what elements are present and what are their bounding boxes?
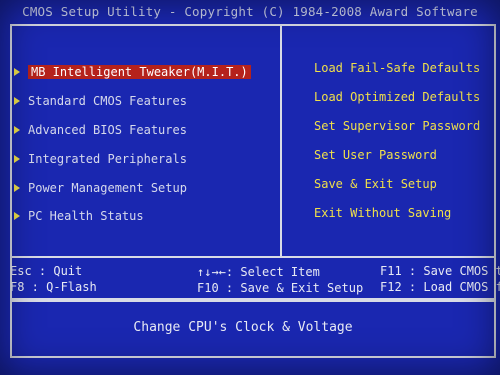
arrow-right-icon <box>14 184 20 192</box>
help-f10: F10 : Save & Exit Setup <box>197 281 364 295</box>
menu-item-pc-health[interactable]: PC Health Status <box>14 208 144 224</box>
help-select: ↑↓→←: Select Item <box>197 265 320 279</box>
title-text: CMOS Setup Utility - Copyright (C) 1984-… <box>22 3 478 19</box>
menu-item-label: Load Optimized Defaults <box>314 90 481 104</box>
menu-item-load-optimized[interactable]: Load Optimized Defaults <box>314 89 480 105</box>
menu-item-mit[interactable]: MB Intelligent Tweaker(M.I.T.) <box>14 64 251 80</box>
menu-item-label: Integrated Peripherals <box>28 152 187 166</box>
arrow-right-icon <box>14 68 20 76</box>
help-f11: F11 : Save CMOS t <box>380 264 500 278</box>
menu-item-user-password[interactable]: Set User Password <box>314 147 437 163</box>
menu-item-label: Standard CMOS Features <box>28 94 187 108</box>
menu-item-label: Advanced BIOS Features <box>28 123 187 137</box>
menu-item-integrated-peripherals[interactable]: Integrated Peripherals <box>14 151 187 167</box>
menu-item-exit-without-saving[interactable]: Exit Without Saving <box>314 205 451 221</box>
menu-item-load-failsafe[interactable]: Load Fail-Safe Defaults <box>314 60 480 76</box>
menu-item-label: Exit Without Saving <box>314 206 452 220</box>
menu-item-label: Power Management Setup <box>28 181 187 195</box>
help-f8: F8 : Q-Flash <box>10 280 97 294</box>
arrow-right-icon <box>14 126 20 134</box>
menu-item-save-exit[interactable]: Save & Exit Setup <box>314 176 437 192</box>
menu-item-supervisor-password[interactable]: Set Supervisor Password <box>314 118 480 134</box>
arrow-right-icon <box>14 212 20 220</box>
menu-item-label: Load Fail-Safe Defaults <box>314 61 481 75</box>
menu-item-label: Set User Password <box>314 148 437 162</box>
menu-item-standard-cmos[interactable]: Standard CMOS Features <box>14 93 187 109</box>
menu-item-label: PC Health Status <box>28 209 144 223</box>
menu-item-power-management[interactable]: Power Management Setup <box>14 180 187 196</box>
menu-item-advanced-bios[interactable]: Advanced BIOS Features <box>14 122 187 138</box>
menu-item-label: Save & Exit Setup <box>314 177 437 191</box>
menu-item-label: MB Intelligent Tweaker(M.I.T.) <box>28 65 251 79</box>
help-esc: Esc : Quit <box>10 264 83 278</box>
bios-screen: CMOS Setup Utility - Copyright (C) 1984-… <box>0 0 500 375</box>
arrow-right-icon <box>14 155 20 163</box>
arrow-right-icon <box>14 97 20 105</box>
menu-item-label: Set Supervisor Password <box>314 119 481 133</box>
help-f12: F12 : Load CMOS f <box>380 280 500 294</box>
menu-divider <box>280 24 282 258</box>
status-line: Change CPU's Clock & Voltage <box>133 320 353 335</box>
title-bar: CMOS Setup Utility - Copyright (C) 1984-… <box>0 0 500 22</box>
